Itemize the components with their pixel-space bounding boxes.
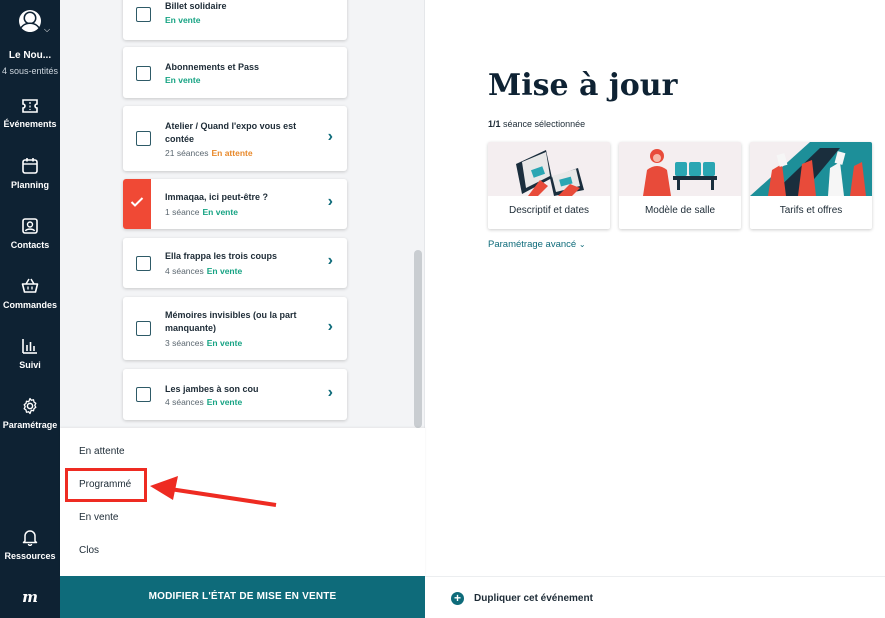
event-title: Immaqaa, ici peut-être ? <box>165 192 269 202</box>
chevron-right-icon[interactable]: › <box>328 128 333 146</box>
annotation-arrow-icon <box>150 476 277 507</box>
nav-label: Commandes <box>2 300 57 310</box>
event-checkbox[interactable] <box>136 256 151 271</box>
nav-label: Événements <box>3 119 57 129</box>
ticket-icon <box>22 99 38 113</box>
nav-item-contacts[interactable]: Contacts <box>0 217 60 250</box>
status-badge: En vente <box>165 15 201 25</box>
chevron-right-icon[interactable]: › <box>328 193 333 211</box>
annotation-highlight-box <box>65 468 147 502</box>
tile-label: Tarifs et offres <box>779 205 843 216</box>
status-badge: En vente <box>206 266 243 276</box>
menu-item-clos[interactable]: Clos <box>79 545 99 556</box>
nav-item-suivi[interactable]: Suivi <box>0 337 60 370</box>
user-avatar-icon <box>19 10 41 32</box>
sessions-count: 4 séances <box>165 397 204 407</box>
nav-item-ressources[interactable]: Ressources <box>0 528 60 561</box>
event-title: Mémoires invisibles (ou la part manquant… <box>165 310 297 333</box>
bar-chart-icon <box>22 339 37 354</box>
tile-modele-salle[interactable]: Modèle de salle <box>619 142 741 229</box>
event-card[interactable]: Billet solidaire En vente <box>123 0 347 40</box>
nav-label: Ressources <box>4 551 56 561</box>
selected-checkbox[interactable] <box>123 179 151 229</box>
sessions-count: 1 séance <box>165 207 200 217</box>
event-checkbox[interactable] <box>136 321 151 336</box>
nav-item-planning[interactable]: Planning <box>0 157 60 190</box>
event-title: Les jambes à son cou <box>165 384 259 394</box>
modify-sale-status-button[interactable]: MODIFIER L'ÉTAT DE MISE EN VENTE <box>60 576 425 618</box>
event-checkbox[interactable] <box>136 66 151 81</box>
nav-label: Planning <box>11 180 49 190</box>
advanced-settings-label: Paramétrage avancé <box>488 239 577 250</box>
account-switcher[interactable]: ⌵ <box>0 8 60 34</box>
status-badge: En vente <box>206 338 243 348</box>
bell-icon <box>22 530 38 546</box>
bottom-action-bar: + Dupliquer cet événement <box>425 576 885 618</box>
event-card[interactable]: Ella frappa les trois coups 4 séances En … <box>123 238 347 288</box>
advanced-settings-toggle[interactable]: Paramétrage avancé ⌄ <box>488 239 586 250</box>
event-title: Billet solidaire <box>165 1 227 11</box>
selection-text: séance sélectionnée <box>503 119 586 129</box>
menu-item-en-vente[interactable]: En vente <box>79 512 118 523</box>
account-name[interactable]: Le Nou... <box>0 50 60 61</box>
chevron-right-icon[interactable]: › <box>328 252 333 270</box>
selection-count: 1/1 <box>488 119 501 129</box>
chevron-down-icon: ⌄ <box>578 240 586 249</box>
nav-item-evenements[interactable]: Événements <box>0 98 60 129</box>
nav-label: Suivi <box>19 360 41 370</box>
nav-item-parametrage[interactable]: Paramétrage <box>0 397 60 430</box>
scrollbar-thumb[interactable] <box>414 250 422 428</box>
chevron-right-icon[interactable]: › <box>328 384 333 402</box>
reading-illustration-icon <box>488 142 610 196</box>
app-logo: m <box>22 588 38 606</box>
contact-card-icon <box>22 218 38 234</box>
hands-tickets-illustration-icon <box>750 142 872 196</box>
seating-illustration-icon <box>619 142 741 196</box>
nav-label: Paramétrage <box>2 420 58 430</box>
event-card[interactable]: Les jambes à son cou 4 séances En vente › <box>123 369 347 420</box>
status-badge: En vente <box>165 75 201 85</box>
event-card[interactable]: Abonnements et Pass En vente <box>123 47 347 98</box>
tile-tarifs[interactable]: Tarifs et offres <box>750 142 872 229</box>
tile-label: Descriptif et dates <box>508 205 590 216</box>
event-checkbox[interactable] <box>136 7 151 22</box>
menu-item-en-attente[interactable]: En attente <box>79 446 125 457</box>
sessions-count: 21 séances <box>165 148 209 158</box>
plus-circle-icon[interactable]: + <box>451 592 464 605</box>
basket-icon <box>21 278 39 293</box>
selection-summary: 1/1 séance sélectionnée <box>488 119 585 129</box>
account-subentities: 4 sous-entités <box>1 66 59 76</box>
tile-label: Modèle de salle <box>644 205 716 216</box>
nav-item-commandes[interactable]: Commandes <box>0 277 60 310</box>
event-title: Ella frappa les trois coups <box>165 251 278 261</box>
chevron-down-icon: ⌵ <box>44 25 51 34</box>
sessions-count: 3 séances <box>165 338 204 348</box>
status-badge: En vente <box>202 207 238 217</box>
duplicate-event-link[interactable]: Dupliquer cet événement <box>474 593 593 604</box>
event-card[interactable]: Mémoires invisibles (ou la part manquant… <box>123 297 347 360</box>
status-badge: En attente <box>211 148 253 158</box>
status-badge: En vente <box>206 397 243 407</box>
event-checkbox[interactable] <box>136 387 151 402</box>
event-title: Atelier / Quand l'expo vous est contée <box>165 121 297 144</box>
sidebar: ⌵ Le Nou... 4 sous-entités Événements Pl… <box>0 0 60 618</box>
chevron-right-icon[interactable]: › <box>328 318 333 336</box>
sessions-count: 4 séances <box>165 266 204 276</box>
nav-label: Contacts <box>10 240 50 250</box>
checkmark-icon <box>130 197 144 207</box>
tile-descriptif[interactable]: Descriptif et dates <box>488 142 610 229</box>
page-title: Mise à jour <box>488 68 678 103</box>
event-card[interactable]: Atelier / Quand l'expo vous est contée 2… <box>123 106 347 171</box>
event-card-selected[interactable]: Immaqaa, ici peut-être ? 1 séance En vent… <box>123 179 347 229</box>
event-title: Abonnements et Pass <box>165 62 260 72</box>
calendar-icon <box>22 158 38 174</box>
event-list-panel: Billet solidaire En vente Abonnements et… <box>60 0 425 428</box>
gear-icon <box>23 397 37 415</box>
event-checkbox[interactable] <box>136 131 151 146</box>
